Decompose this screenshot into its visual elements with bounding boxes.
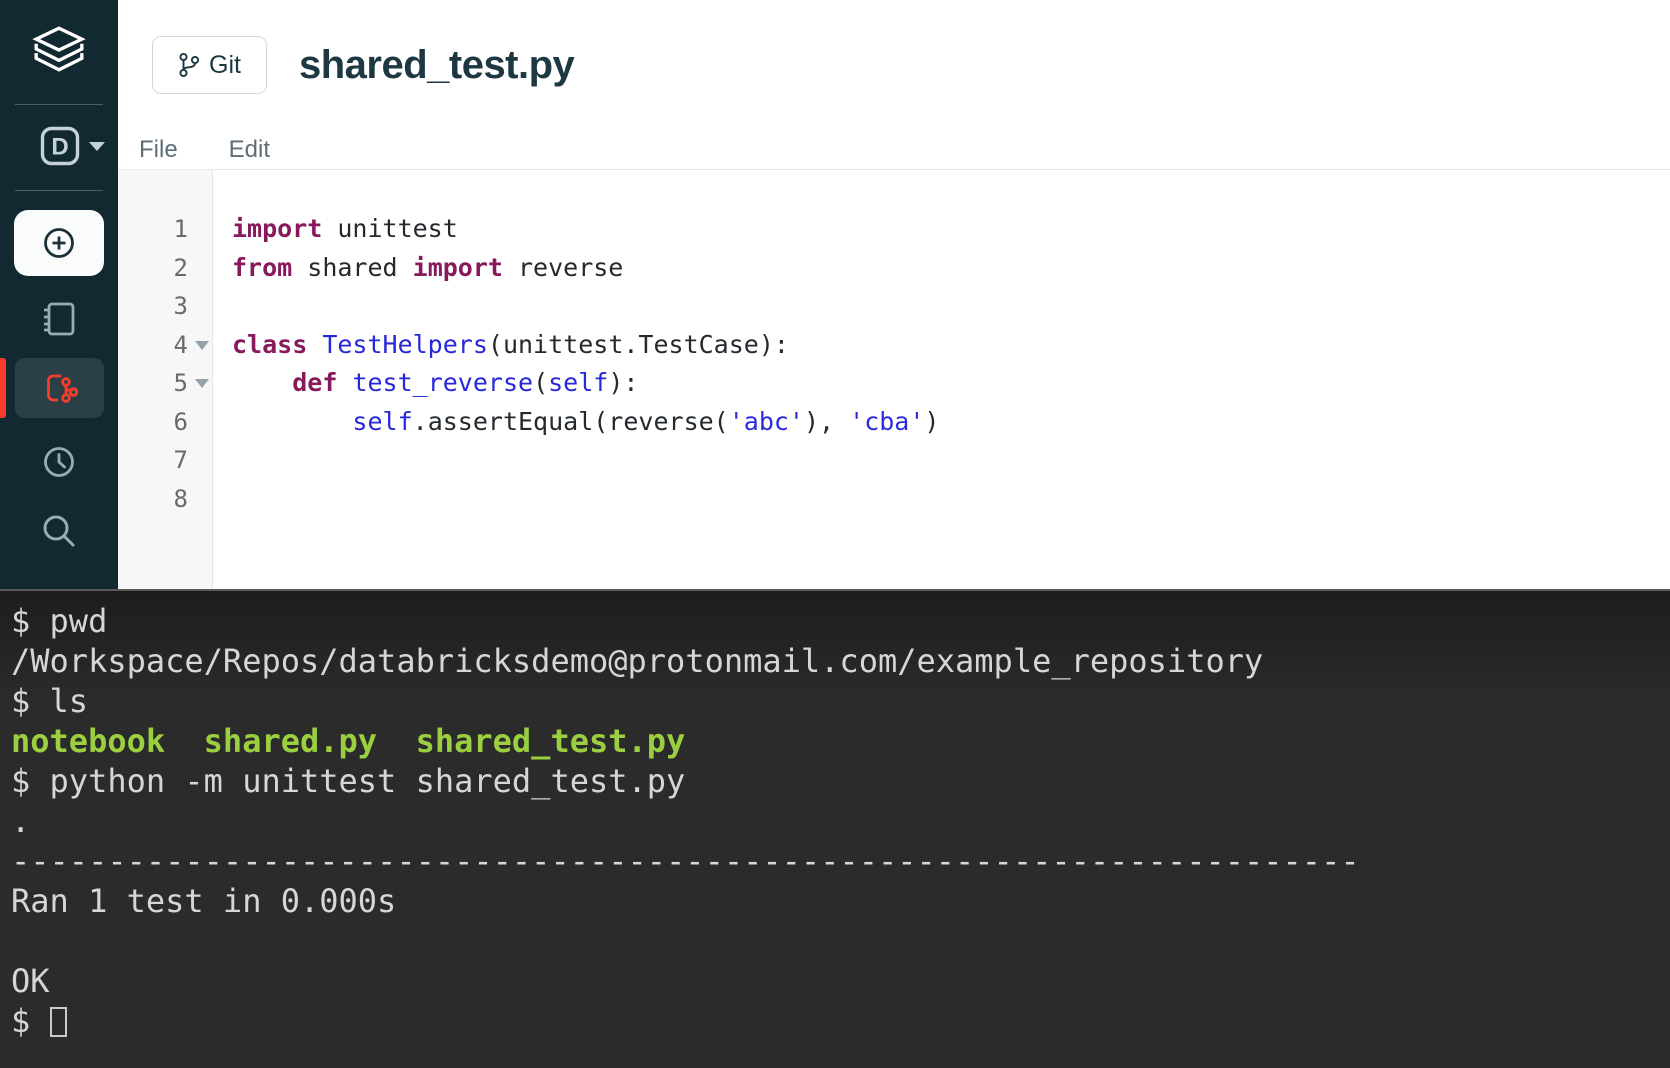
workspace-d-icon: D <box>40 126 80 166</box>
fold-caret-icon[interactable] <box>195 340 209 350</box>
line-number: 1 <box>173 215 188 243</box>
code-line[interactable]: class TestHelpers(unittest.TestCase): <box>232 326 1670 365</box>
terminal-prompt: $ <box>11 1002 50 1040</box>
terminal-line: . <box>11 802 31 840</box>
terminal-line: ----------------------------------------… <box>11 842 1360 880</box>
line-number: 6 <box>173 407 188 436</box>
recents-button[interactable] <box>0 444 118 480</box>
plus-circle-icon <box>44 228 74 258</box>
terminal-line: $ ls <box>11 682 89 720</box>
terminal-line: $ <box>11 1001 1670 1041</box>
terminal-prompt: $ <box>11 682 50 720</box>
notebook-icon <box>44 302 75 336</box>
line-number: 3 <box>173 292 188 320</box>
active-indicator <box>0 358 6 418</box>
databricks-logo-icon[interactable] <box>0 26 118 74</box>
line-number: 5 <box>118 364 212 403</box>
line-number: 8 <box>173 484 188 513</box>
line-number: 4 <box>118 326 212 365</box>
notebook-button[interactable] <box>0 300 118 338</box>
terminal-output[interactable]: $ pwd/Workspace/Repos/databricksdemo@pro… <box>0 589 1670 1068</box>
sidebar-divider <box>15 104 103 105</box>
page-title: shared_test.py <box>298 42 575 87</box>
terminal-cursor <box>49 1007 67 1037</box>
app-window: D Git shared_test.py File Edit 1 2 3 4 5… <box>0 0 1670 1068</box>
code-line[interactable] <box>232 287 1670 326</box>
sidebar-divider <box>15 190 103 191</box>
workspace-switcher[interactable]: D <box>40 126 105 166</box>
menubar: File Edit <box>118 130 1670 170</box>
fold-caret-icon[interactable] <box>195 379 209 388</box>
git-branch-icon <box>179 52 200 78</box>
search-button[interactable] <box>0 512 118 550</box>
line-number: 2 <box>173 253 188 282</box>
terminal-prompt: $ <box>11 602 50 640</box>
code-line[interactable]: self.assertEqual(reverse('abc'), 'cba') <box>232 403 1670 442</box>
terminal-line: Ran 1 test in 0.000s <box>11 882 397 920</box>
search-icon <box>43 515 75 547</box>
code-line[interactable]: def test_reverse(self): <box>232 364 1670 403</box>
git-button[interactable]: Git <box>152 36 267 94</box>
repos-git-folder-icon <box>46 374 78 403</box>
workspace: D Git shared_test.py File Edit 1 2 3 4 5… <box>0 0 1670 589</box>
sidebar: D <box>0 0 118 589</box>
code-editor[interactable]: 1 2 3 45 6 7 8 import unittest from shared impo… <box>118 170 1670 589</box>
code-line[interactable] <box>232 480 1670 519</box>
svg-text:D: D <box>51 134 68 161</box>
editor-gutter: 1 2 3 45 6 7 8 <box>118 170 213 589</box>
terminal-prompt: $ <box>11 762 50 800</box>
terminal-line: notebook shared.py shared_test.py <box>11 722 686 760</box>
chevron-down-icon <box>89 141 105 151</box>
code-line[interactable]: import unittest <box>232 210 1670 249</box>
new-button[interactable] <box>14 210 104 276</box>
terminal-line: OK <box>11 962 50 1000</box>
main-panel: Git shared_test.py File Edit 1 2 3 45 6 7 8 imp… <box>118 0 1670 589</box>
terminal-line: /Workspace/Repos/databricksdemo@protonma… <box>11 642 1264 680</box>
menu-item-file[interactable]: File <box>139 136 178 164</box>
menu-item-edit[interactable]: Edit <box>229 136 270 164</box>
terminal-line: $ python -m unittest shared_test.py <box>11 762 686 800</box>
git-button-label: Git <box>209 50 241 79</box>
code-line[interactable]: from shared import reverse <box>232 249 1670 288</box>
terminal-line: $ pwd <box>11 602 108 640</box>
code-line[interactable] <box>232 441 1670 480</box>
line-number: 7 <box>173 446 188 474</box>
editor-code[interactable]: import unittest from shared import revers… <box>213 170 1670 589</box>
clock-icon <box>44 447 74 477</box>
repos-button[interactable] <box>15 358 104 418</box>
file-header: Git shared_test.py <box>118 0 1670 130</box>
